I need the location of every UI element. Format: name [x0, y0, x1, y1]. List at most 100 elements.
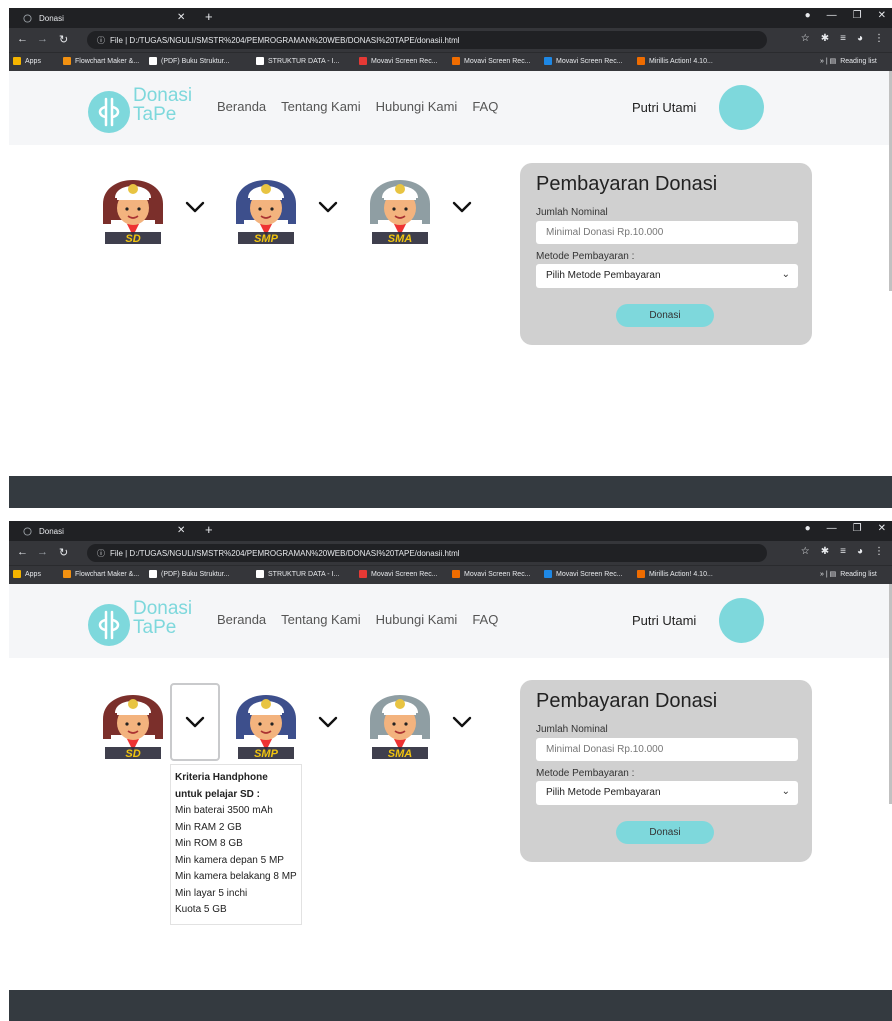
menu-kebab-icon[interactable]: ⋮: [874, 546, 884, 557]
globe-icon: [23, 527, 32, 536]
amount-input[interactable]: Minimal Donasi Rp.10.000: [536, 738, 798, 761]
new-tab-icon[interactable]: +: [205, 9, 213, 24]
close-window-icon[interactable]: ✕: [878, 10, 886, 21]
media-icon[interactable]: ≡: [840, 546, 846, 557]
bookmark-item[interactable]: Flowchart Maker &...: [63, 570, 139, 578]
user-name[interactable]: Putri Utami: [632, 100, 696, 115]
forward-icon[interactable]: →: [37, 33, 48, 45]
profile-dot-icon[interactable]: ●: [805, 523, 811, 534]
back-icon[interactable]: ←: [17, 33, 28, 45]
bookmark-icon: [452, 57, 460, 65]
bookmark-item[interactable]: Movavi Screen Rec...: [452, 570, 531, 578]
brand-line2: TaPe: [133, 617, 177, 638]
nav-link[interactable]: Hubungi Kami: [376, 99, 458, 114]
menu-kebab-icon[interactable]: ⋮: [874, 33, 884, 44]
bookmark-item[interactable]: Mirillis Action! 4.10...: [637, 570, 713, 578]
reading-list-label: Reading list: [840, 57, 877, 65]
bookmark-item[interactable]: Movavi Screen Rec...: [359, 57, 438, 65]
nav-link[interactable]: Tentang Kami: [281, 612, 361, 627]
bookmark-item[interactable]: Mirillis Action! 4.10...: [637, 57, 713, 65]
reload-icon[interactable]: ↻: [59, 33, 68, 46]
profile-dot-icon[interactable]: ●: [805, 10, 811, 21]
criteria-toggle-button[interactable]: [303, 683, 353, 761]
nav-link[interactable]: Tentang Kami: [281, 99, 361, 114]
method-label: Metode Pembayaran :: [536, 768, 635, 779]
level-card-sd[interactable]: SD: [97, 164, 169, 252]
extensions-icon[interactable]: ✱: [821, 33, 829, 44]
avatar[interactable]: [719, 85, 764, 130]
criteria-toggle-button[interactable]: [170, 168, 220, 246]
restore-icon[interactable]: ❐: [853, 10, 862, 21]
close-tab-icon[interactable]: ✕: [177, 12, 185, 23]
criteria-toggle-button[interactable]: [437, 168, 487, 246]
extensions-icon[interactable]: ✱: [821, 546, 829, 557]
reading-list-button[interactable]: » | ▤ Reading list: [820, 570, 877, 579]
browser-tab[interactable]: Donasi ✕: [17, 11, 197, 28]
bookmark-item[interactable]: STRUKTUR DATA - I...: [256, 57, 339, 65]
brand-name[interactable]: Donasi TaPe: [133, 599, 192, 637]
minimize-icon[interactable]: —: [827, 523, 837, 534]
close-window-icon[interactable]: ✕: [878, 523, 886, 534]
level-card-smp[interactable]: SMP: [230, 679, 302, 767]
bookmark-label: Flowchart Maker &...: [75, 570, 140, 578]
donate-button[interactable]: Donasi: [616, 304, 714, 327]
close-tab-icon[interactable]: ✕: [177, 525, 185, 536]
level-badge: SMA: [388, 233, 413, 245]
bookmark-star-icon[interactable]: ☆: [801, 546, 810, 557]
media-icon[interactable]: ≡: [840, 33, 846, 44]
url-input[interactable]: ⓘ File | D:/TUGAS/NGULI/SMSTR%204/PEMROGR…: [87, 544, 767, 562]
bookmark-item[interactable]: Apps: [13, 570, 41, 578]
minimize-icon[interactable]: —: [827, 10, 837, 21]
bookmark-star-icon[interactable]: ☆: [801, 33, 810, 44]
page-viewport: Donasi TaPe Beranda Tentang Kami Hubungi K…: [9, 584, 892, 1021]
amount-input[interactable]: Minimal Donasi Rp.10.000: [536, 221, 798, 244]
level-card-sd[interactable]: SD: [97, 679, 169, 767]
bookmark-item[interactable]: Apps: [13, 57, 41, 65]
nav-link[interactable]: FAQ: [472, 99, 498, 114]
back-icon[interactable]: ←: [17, 546, 28, 558]
screenshot-before: Donasi ✕ + ● — ❐ ✕ ← → ↻ ⓘ File | D:/TUGA…: [9, 8, 892, 508]
bookmark-item[interactable]: (PDF) Buku Struktur...: [149, 570, 229, 578]
bookmark-item[interactable]: Movavi Screen Rec...: [544, 570, 623, 578]
reading-list-button[interactable]: » | ▤ Reading list: [820, 57, 877, 66]
criteria-toggle-button[interactable]: [170, 683, 220, 761]
window-controls: ● — ❐ ✕: [805, 10, 886, 21]
avatar[interactable]: [719, 598, 764, 643]
nav-link[interactable]: Beranda: [217, 99, 266, 114]
payment-method-value: Pilih Metode Pembayaran: [546, 270, 661, 281]
bookmark-label: Movavi Screen Rec...: [371, 57, 438, 65]
criteria-toggle-button[interactable]: [303, 168, 353, 246]
bookmark-icon: [637, 57, 645, 65]
level-card-smp[interactable]: SMP: [230, 164, 302, 252]
browser-tab[interactable]: Donasi ✕: [17, 524, 197, 541]
bookmarks-bar: Apps Flowchart Maker &... (PDF) Buku Struk…: [9, 52, 892, 71]
payment-method-select[interactable]: Pilih Metode Pembayaran ⌄: [536, 781, 798, 805]
bookmark-item[interactable]: Flowchart Maker &...: [63, 57, 139, 65]
brand-name[interactable]: Donasi TaPe: [133, 86, 192, 124]
restore-icon[interactable]: ❐: [853, 523, 862, 534]
profile-avatar-icon[interactable]: ◕: [857, 546, 863, 557]
bookmark-item[interactable]: STRUKTUR DATA - I...: [256, 570, 339, 578]
donate-button[interactable]: Donasi: [616, 821, 714, 844]
level-card-sma[interactable]: SMA: [364, 164, 436, 252]
user-name[interactable]: Putri Utami: [632, 613, 696, 628]
forward-icon[interactable]: →: [37, 546, 48, 558]
new-tab-icon[interactable]: +: [205, 522, 213, 537]
reload-icon[interactable]: ↻: [59, 546, 68, 559]
bookmark-label: (PDF) Buku Struktur...: [161, 570, 230, 578]
bookmark-item[interactable]: Movavi Screen Rec...: [452, 57, 531, 65]
bookmark-item[interactable]: (PDF) Buku Struktur...: [149, 57, 229, 65]
bookmark-item[interactable]: Movavi Screen Rec...: [544, 57, 623, 65]
bookmark-label: Movavi Screen Rec...: [371, 570, 438, 578]
level-card-sma[interactable]: SMA: [364, 679, 436, 767]
nav-link[interactable]: Hubungi Kami: [376, 612, 458, 627]
payment-panel: Pembayaran Donasi Jumlah Nominal Minimal…: [520, 680, 812, 862]
nav-link[interactable]: Beranda: [217, 612, 266, 627]
bookmark-item[interactable]: Movavi Screen Rec...: [359, 570, 438, 578]
url-input[interactable]: ⓘ File | D:/TUGAS/NGULI/SMSTR%204/PEMROGR…: [87, 31, 767, 49]
nav-link[interactable]: FAQ: [472, 612, 498, 627]
profile-avatar-icon[interactable]: ◕: [857, 33, 863, 44]
payment-method-select[interactable]: Pilih Metode Pembayaran ⌄: [536, 264, 798, 288]
criteria-toggle-button[interactable]: [437, 683, 487, 761]
bookmark-icon: [63, 570, 71, 578]
